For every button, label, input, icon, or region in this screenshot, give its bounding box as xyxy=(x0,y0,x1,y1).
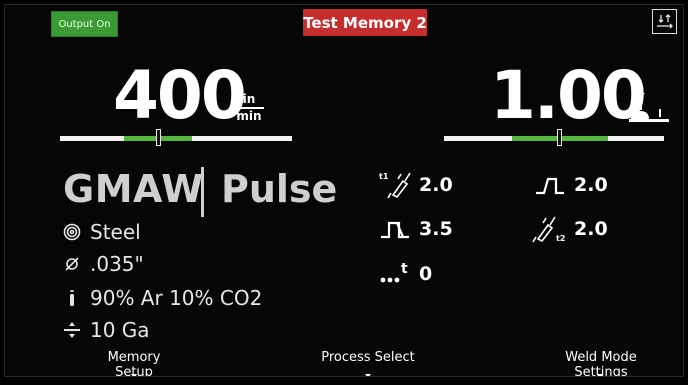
wire-feed-speed-value[interactable]: 400 xyxy=(113,63,247,129)
postflow-param[interactable]: t2 2.0 xyxy=(532,213,608,245)
slider-thumb[interactable] xyxy=(557,129,562,146)
unit-numerator: in xyxy=(234,93,264,109)
crater-param[interactable]: 2.0 xyxy=(532,169,608,201)
wire-diameter-icon xyxy=(63,255,81,273)
process-select-arrow-icon xyxy=(365,374,371,376)
thickness-row[interactable]: 10 Ga xyxy=(63,317,150,343)
output-status-badge: Output On xyxy=(51,11,118,37)
thickness-icon xyxy=(63,321,81,339)
time-param[interactable]: t 0 xyxy=(377,258,432,290)
postflow-value: 2.0 xyxy=(574,218,608,240)
gas-icon xyxy=(63,289,81,307)
voltage-slider[interactable] xyxy=(444,129,664,146)
wire-diameter-text: .035" xyxy=(90,252,144,276)
svg-text:t: t xyxy=(401,261,408,277)
swap-button[interactable] xyxy=(652,9,677,34)
pulse-end-icon xyxy=(532,169,570,201)
start-value: 3.5 xyxy=(419,218,453,240)
gas-text: 90% Ar 10% CO2 xyxy=(90,286,263,310)
material-text: Steel xyxy=(90,220,141,244)
gas-row[interactable]: 90% Ar 10% CO2 xyxy=(63,285,262,311)
slider-thumb[interactable] xyxy=(156,129,161,146)
torch-t1-icon: t1 xyxy=(377,169,415,201)
torch-t2-icon: t2 xyxy=(532,213,570,245)
preflow-param[interactable]: t1 2.0 xyxy=(377,169,453,201)
weld-screen: Output On Test Memory 2 400 in min 1.00 xyxy=(4,4,684,377)
unit-denominator: min xyxy=(236,109,262,123)
process-name[interactable]: GMAW xyxy=(63,167,204,211)
preflow-value: 2.0 xyxy=(419,174,453,196)
voltage-value[interactable]: 1.00 xyxy=(490,63,647,129)
memory-setup-arrow-icon xyxy=(131,374,137,376)
material-row[interactable]: Steel xyxy=(63,219,141,245)
memory-name-badge[interactable]: Test Memory 2 xyxy=(303,9,427,36)
weld-mode-settings-button[interactable]: Weld Mode Settings xyxy=(537,350,665,376)
memory-setup-button[interactable]: Memory Setup xyxy=(89,350,179,376)
process-divider xyxy=(201,167,204,217)
wire-diameter-row[interactable]: .035" xyxy=(63,251,144,277)
trim-icon xyxy=(629,92,669,122)
process-select-button[interactable]: Process Select xyxy=(321,350,415,365)
svg-text:t2: t2 xyxy=(556,234,565,243)
weld-mode-settings-arrow-icon xyxy=(597,374,603,376)
thickness-text: 10 Ga xyxy=(90,318,150,342)
svg-text:t1: t1 xyxy=(379,172,389,181)
wire-feed-speed-unit: in min xyxy=(234,93,264,123)
swap-arrows-icon xyxy=(657,14,673,29)
start-param[interactable]: 3.5 xyxy=(377,213,453,245)
process-mode[interactable]: Pulse xyxy=(221,167,337,211)
wire-feed-speed-slider[interactable] xyxy=(60,129,292,146)
time-value: 0 xyxy=(419,263,433,285)
pulse-start-icon xyxy=(377,213,415,245)
dots-t-icon: t xyxy=(377,258,415,290)
material-icon xyxy=(63,223,81,241)
crater-value: 2.0 xyxy=(574,174,608,196)
